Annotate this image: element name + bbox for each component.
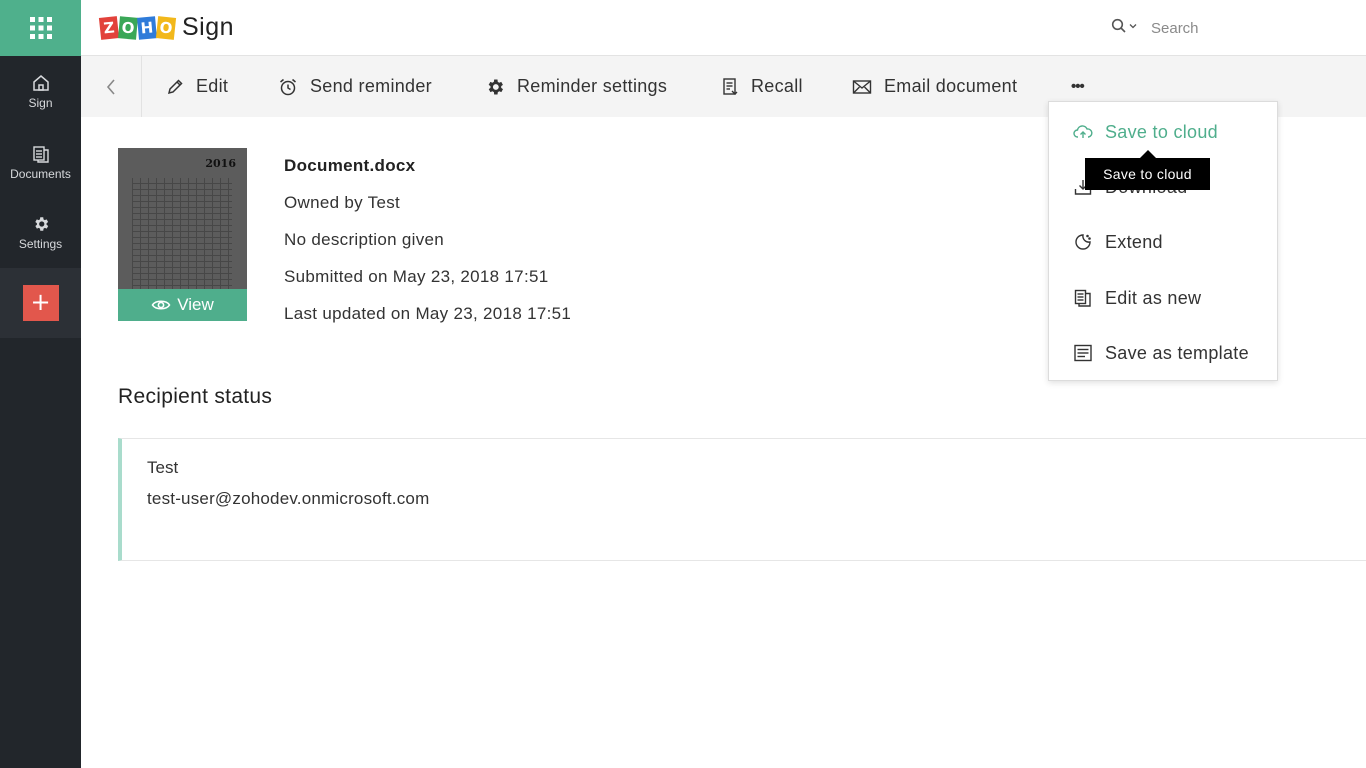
send-reminder-label: Send reminder xyxy=(310,76,432,96)
chevron-left-icon xyxy=(106,78,115,95)
email-document-label: Email document xyxy=(884,76,1018,96)
grid-icon xyxy=(29,17,52,39)
template-icon xyxy=(1074,344,1092,362)
email-document-button[interactable]: Email document xyxy=(852,56,1017,117)
document-submitted: Submitted on May 23, 2018 17:51 xyxy=(284,267,549,286)
search-icon xyxy=(1111,18,1126,33)
view-label: View xyxy=(177,295,214,314)
sidebar-item-label: Sign xyxy=(28,96,53,110)
sidebar-item-label: Settings xyxy=(18,237,63,251)
app-launcher-button[interactable] xyxy=(0,0,81,56)
reminder-settings-label: Reminder settings xyxy=(517,76,668,96)
menu-item-label: Edit as new xyxy=(1105,287,1202,308)
recipient-card[interactable]: Test test-user@zohodev.onmicrosoft.com xyxy=(118,438,1366,561)
sidebar-item-label: Documents xyxy=(10,167,71,181)
add-document-button[interactable]: + xyxy=(22,285,59,321)
logo-letter: O xyxy=(155,15,177,40)
pencil-icon xyxy=(167,78,183,94)
document-owner: Owned by Test xyxy=(284,193,401,212)
logo-letter: O xyxy=(118,15,138,40)
menu-item-label: Save as template xyxy=(1105,342,1249,363)
home-icon xyxy=(32,75,49,91)
back-button[interactable] xyxy=(81,56,142,117)
zoho-sign-logo[interactable]: Z O H O Sign xyxy=(98,13,235,42)
recall-document-icon xyxy=(723,77,738,95)
edit-label: Edit xyxy=(196,76,229,96)
save-to-cloud-tooltip: Save to cloud xyxy=(1085,150,1210,190)
gear-icon xyxy=(488,79,503,94)
chevron-down-icon xyxy=(1129,24,1137,29)
document-updated: Last updated on May 23, 2018 17:51 xyxy=(284,304,572,323)
menu-item-edit-as-new[interactable]: Edit as new xyxy=(1049,278,1277,318)
search-scope-button[interactable] xyxy=(1111,18,1137,34)
envelope-icon xyxy=(852,79,872,94)
send-reminder-button[interactable]: Send reminder xyxy=(278,56,432,117)
sidebar-item-sign[interactable]: Sign xyxy=(0,57,81,127)
recipient-email: test-user@zohodev.onmicrosoft.com xyxy=(147,489,430,508)
cloud-upload-icon xyxy=(1073,125,1093,138)
sidebar-item-settings[interactable]: Settings xyxy=(0,198,81,268)
sidebar: Sign Documents Settings + xyxy=(0,0,81,768)
gear-icon xyxy=(34,217,48,231)
recall-button[interactable]: Recall xyxy=(721,56,803,117)
menu-item-label: Extend xyxy=(1105,231,1163,252)
recipient-name: Test xyxy=(147,458,179,477)
edit-button[interactable]: Edit xyxy=(166,56,228,117)
edit-as-new-icon xyxy=(1074,289,1091,307)
sidebar-add-section: + xyxy=(0,268,81,338)
menu-item-save-as-template[interactable]: Save as template xyxy=(1049,333,1277,373)
document-name: Document.docx xyxy=(284,156,416,175)
recipient-status-title: Recipient status xyxy=(118,385,273,408)
thumbnail-year: 2016 xyxy=(205,157,236,170)
top-header: Z O H O Sign xyxy=(81,0,1366,56)
recall-label: Recall xyxy=(751,76,803,96)
logo-letter: H xyxy=(137,15,157,40)
menu-item-extend[interactable]: Extend xyxy=(1049,222,1277,262)
search-input[interactable] xyxy=(1151,14,1351,42)
logo-letter: Z xyxy=(98,15,120,40)
eye-icon xyxy=(151,300,171,310)
app-name: Sign xyxy=(182,13,235,41)
menu-item-label: Save to cloud xyxy=(1105,121,1218,142)
alarm-clock-icon xyxy=(280,78,296,95)
menu-item-save-to-cloud[interactable]: Save to cloud xyxy=(1049,112,1277,152)
document-description: No description given xyxy=(284,230,445,249)
document-thumbnail[interactable]: 2016 View xyxy=(118,148,247,321)
sidebar-item-documents[interactable]: Documents xyxy=(0,128,81,198)
reminder-settings-button[interactable]: Reminder settings xyxy=(485,56,667,117)
thumbnail-calendar-preview xyxy=(132,178,232,298)
documents-icon xyxy=(32,146,49,163)
more-options-menu: Save to cloud Download Extend Edit as ne… xyxy=(1048,101,1278,381)
view-button[interactable]: View xyxy=(118,289,247,321)
extend-clock-icon xyxy=(1075,234,1091,250)
